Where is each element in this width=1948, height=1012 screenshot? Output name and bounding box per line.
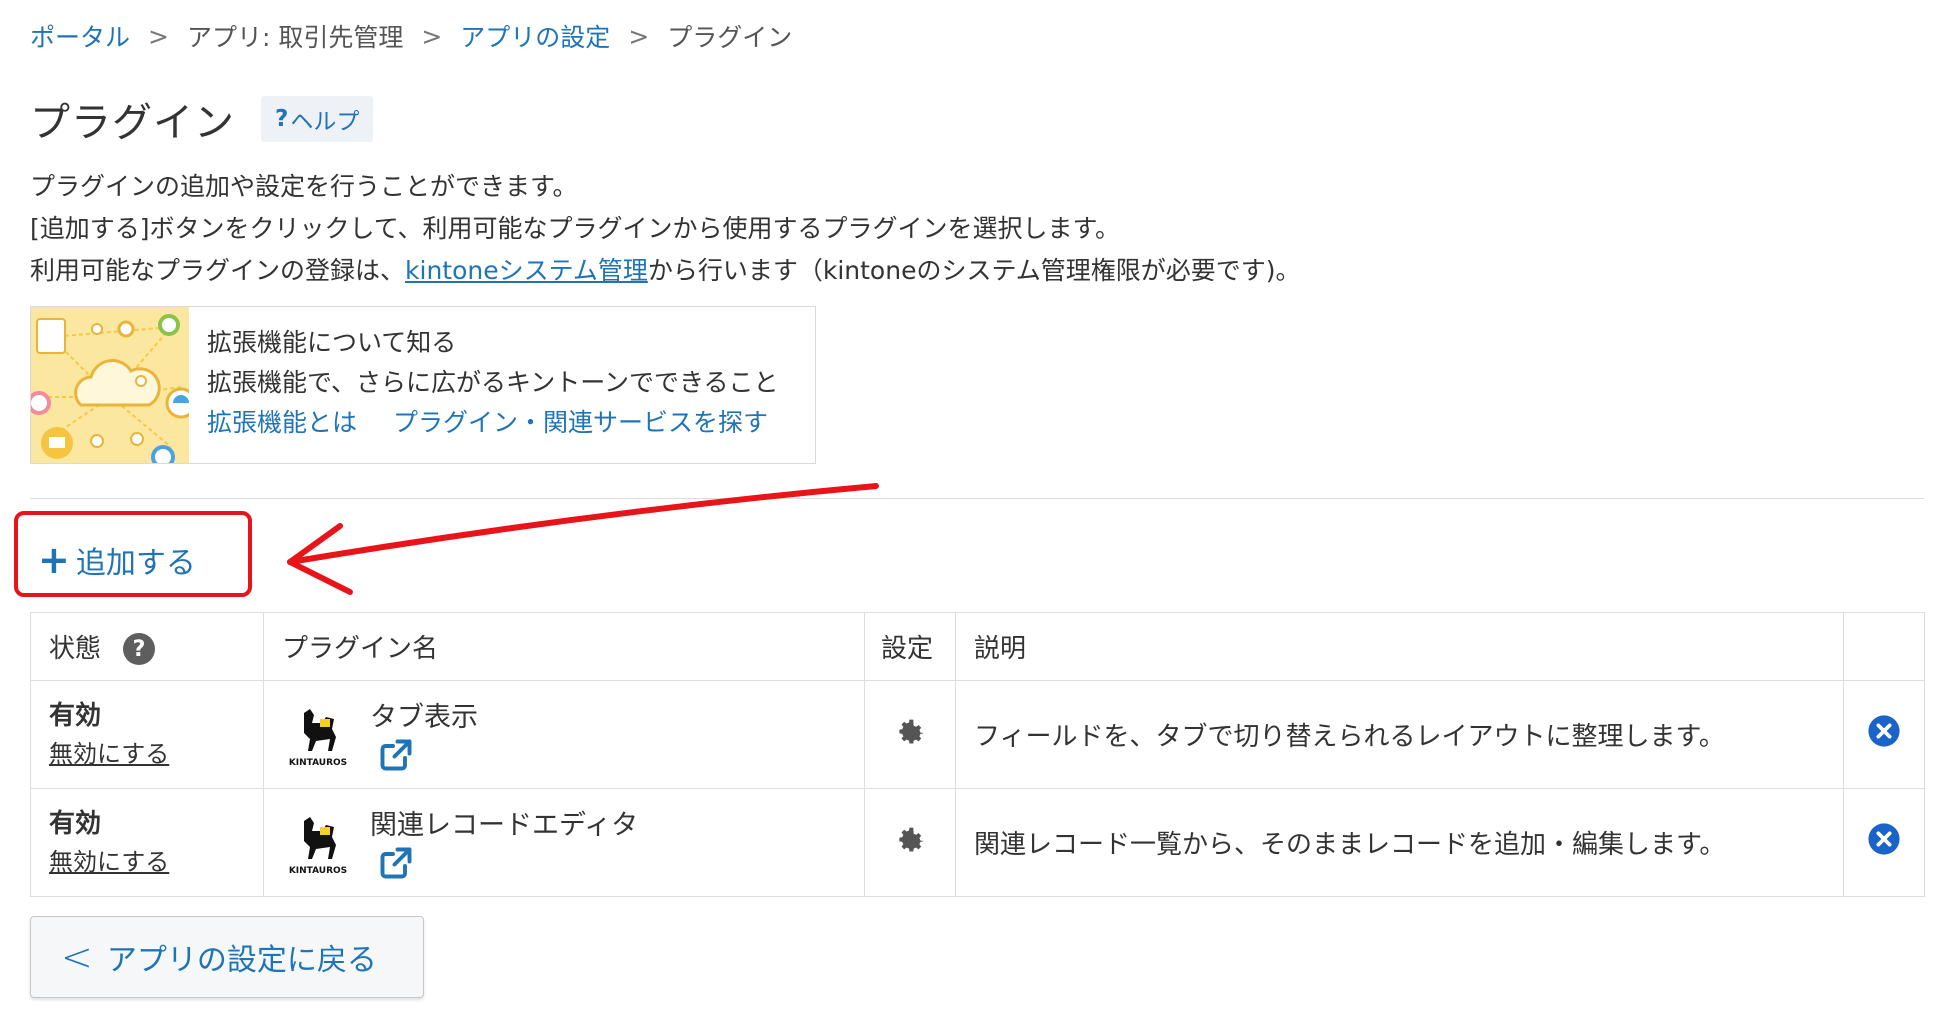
plugin-name-cell: KINTAUROS 関連レコードエディタ bbox=[263, 788, 865, 897]
description-header: 説明 bbox=[955, 612, 1844, 681]
table-header-row: 状態? プラグイン名 設定 説明 bbox=[30, 612, 1925, 681]
disable-link[interactable]: 無効にする bbox=[49, 848, 169, 876]
cloud-network-icon bbox=[31, 307, 189, 463]
kintauros-logo-icon: KINTAUROS bbox=[289, 817, 347, 876]
gear-icon[interactable] bbox=[893, 714, 927, 748]
external-link-icon[interactable] bbox=[378, 737, 414, 773]
description-line-3: 利用可能なプラグインの登録は、kintoneシステム管理から行います（kinto… bbox=[30, 250, 1300, 292]
settings-header: 設定 bbox=[864, 612, 956, 681]
extension-subtitle: 拡張機能で、さらに広がるキントーンでできること bbox=[207, 368, 779, 397]
breadcrumb-app-settings[interactable]: アプリの設定 bbox=[460, 18, 610, 54]
description-line-3-prefix: 利用可能なプラグインの登録は、 bbox=[30, 256, 406, 285]
logo-text: KINTAUROS bbox=[289, 866, 347, 876]
gear-icon[interactable] bbox=[893, 822, 927, 856]
description-cell: 関連レコード一覧から、そのままレコードを追加・編集します。 bbox=[955, 788, 1844, 897]
description-line-3-suffix: から行います（kintoneのシステム管理権限が必要です)。 bbox=[647, 256, 1301, 285]
help-link[interactable]: ? ヘルプ bbox=[261, 96, 374, 142]
disable-link[interactable]: 無効にする bbox=[49, 740, 169, 768]
breadcrumb-separator: > bbox=[148, 21, 169, 51]
status-cell: 有効 無効にする bbox=[30, 788, 264, 897]
delete-cell bbox=[1843, 680, 1925, 789]
plugin-name: タブ表示 bbox=[370, 702, 478, 733]
plugin-name: 関連レコードエディタ bbox=[370, 810, 639, 841]
system-admin-link[interactable]: kintoneシステム管理 bbox=[405, 256, 648, 285]
breadcrumb-separator: > bbox=[421, 21, 443, 51]
plugin-name-cell: KINTAUROS タブ表示 bbox=[263, 680, 865, 789]
breadcrumb-current: プラグイン bbox=[667, 23, 793, 52]
plugin-name-header: プラグイン名 bbox=[263, 612, 865, 681]
annotation-highlight-box bbox=[14, 511, 252, 597]
extension-text: 拡張機能について知る 拡張機能で、さらに広がるキントーンでできること 拡張機能と… bbox=[189, 307, 804, 463]
breadcrumb-portal[interactable]: ポータル bbox=[30, 18, 130, 54]
status-label: 有効 bbox=[49, 700, 102, 731]
back-button-label: アプリの設定に戻る bbox=[106, 943, 377, 978]
logo-text: KINTAUROS bbox=[289, 758, 347, 768]
status-cell: 有効 無効にする bbox=[30, 680, 264, 789]
settings-cell bbox=[864, 680, 956, 789]
table-row: 有効 無効にする KINTAUROS タブ表示 フィールドを、タブで切り替えられ… bbox=[30, 680, 1925, 789]
status-header-label: 状態 bbox=[49, 633, 102, 664]
back-to-app-settings-button[interactable]: < アプリの設定に戻る bbox=[30, 916, 424, 998]
page-title: プラグイン bbox=[30, 100, 235, 146]
find-plugins-link[interactable]: プラグイン・関連サービスを探す bbox=[393, 408, 768, 437]
breadcrumb: ポータル > アプリ: 取引先管理 > アプリの設定 > プラグイン bbox=[30, 18, 792, 54]
extension-heading: 拡張機能について知る bbox=[207, 328, 457, 357]
external-link-icon[interactable] bbox=[378, 845, 414, 881]
delete-header bbox=[1843, 612, 1925, 681]
chevron-left-icon: < bbox=[61, 935, 93, 979]
page-description: プラグインの追加や設定を行うことができます。 [追加する]ボタンをクリックして、… bbox=[30, 166, 1300, 292]
help-icon: ? bbox=[275, 106, 289, 132]
status-help-icon[interactable]: ? bbox=[123, 633, 156, 666]
title-row: プラグイン ? ヘルプ bbox=[30, 90, 374, 148]
settings-cell bbox=[864, 788, 956, 897]
delete-cell bbox=[1843, 788, 1925, 897]
kintauros-logo-icon: KINTAUROS bbox=[289, 709, 347, 768]
description-line-1: プラグインの追加や設定を行うことができます。 bbox=[30, 172, 578, 201]
delete-icon[interactable] bbox=[1867, 822, 1901, 856]
status-header: 状態? bbox=[30, 612, 264, 681]
delete-icon[interactable] bbox=[1867, 714, 1901, 748]
status-label: 有効 bbox=[49, 808, 102, 839]
description-cell: フィールドを、タブで切り替えられるレイアウトに整理します。 bbox=[955, 680, 1844, 789]
annotation-arrow-icon bbox=[287, 483, 879, 595]
extension-card: 拡張機能について知る 拡張機能で、さらに広がるキントーンでできること 拡張機能と… bbox=[30, 306, 816, 464]
extension-links: 拡張機能とは プラグイン・関連サービスを探す bbox=[207, 403, 804, 443]
breadcrumb-app: アプリ: 取引先管理 bbox=[186, 23, 404, 52]
description-line-2: [追加する]ボタンをクリックして、利用可能なプラグインから使用するプラグインを選… bbox=[30, 214, 1121, 243]
help-label: ヘルプ bbox=[290, 109, 360, 135]
breadcrumb-separator: > bbox=[628, 21, 650, 51]
table-row: 有効 無効にする KINTAUROS 関連レコードエディタ 関連レコード一覧から… bbox=[30, 788, 1925, 897]
plugin-table: 状態? プラグイン名 設定 説明 有効 無効にする KINTAUROS タブ表示 bbox=[30, 612, 1925, 897]
about-extensions-link[interactable]: 拡張機能とは bbox=[207, 408, 357, 437]
extension-illustration bbox=[31, 307, 189, 463]
